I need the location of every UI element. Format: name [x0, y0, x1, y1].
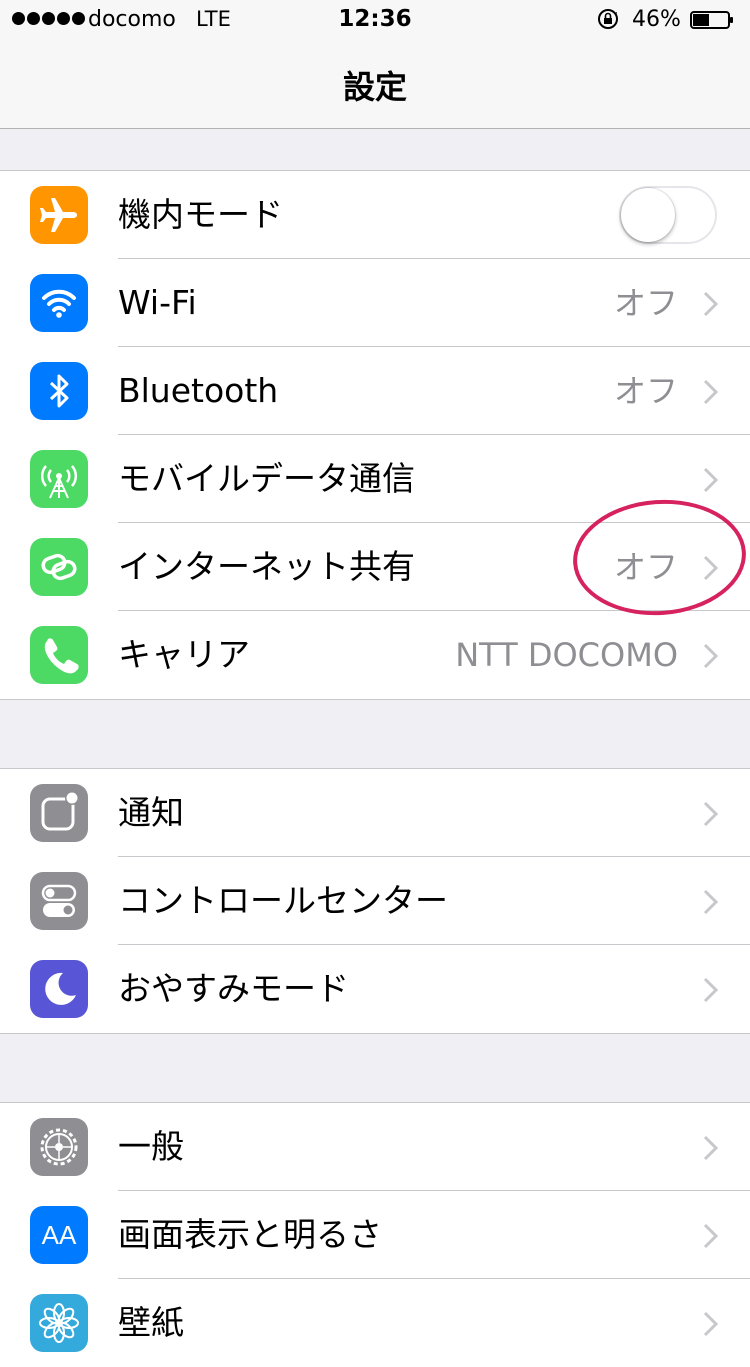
personal-hotspot-label: インターネット共有: [118, 547, 415, 586]
top-bar: docomo LTE 12:36 46% 設定: [0, 0, 750, 129]
connectivity-group: 機内モード Wi-Fi オフ Bluetooth オフ モバイルデータ通信 イン…: [0, 170, 750, 700]
control-center-label: コントロールセンター: [118, 881, 448, 920]
notifications-row[interactable]: 通知: [0, 769, 750, 857]
chevron-right-icon: [703, 467, 719, 493]
moon-icon: [30, 960, 88, 1018]
wallpaper-label: 壁紙: [118, 1303, 184, 1342]
chevron-right-icon: [703, 379, 719, 405]
airplane-mode-label: 機内モード: [118, 195, 283, 234]
display-brightness-row[interactable]: AA 画面表示と明るさ: [0, 1191, 750, 1279]
bluetooth-value: オフ: [613, 372, 678, 410]
carrier-label: キャリア: [118, 635, 250, 674]
airplane-icon: [30, 186, 88, 244]
chevron-right-icon: [703, 889, 719, 915]
antenna-icon: [30, 450, 88, 508]
bluetooth-row[interactable]: Bluetooth オフ: [0, 347, 750, 435]
svg-text:AA: AA: [42, 1220, 77, 1250]
status-bar: docomo LTE 12:36 46%: [0, 0, 750, 40]
chevron-right-icon: [703, 1223, 719, 1249]
display-brightness-label: 画面表示と明るさ: [118, 1215, 382, 1254]
cellular-data-label: モバイルデータ通信: [118, 459, 415, 498]
general-label: 一般: [118, 1127, 184, 1166]
wifi-value: オフ: [613, 284, 678, 322]
general-group: 一般 AA 画面表示と明るさ 壁紙: [0, 1102, 750, 1367]
wifi-label: Wi-Fi: [118, 283, 197, 322]
chevron-right-icon: [703, 643, 719, 669]
page-title: 設定: [342, 68, 407, 106]
phone-icon: [30, 626, 88, 684]
battery-icon: [690, 11, 733, 29]
wallpaper-row[interactable]: 壁紙: [0, 1279, 750, 1367]
do-not-disturb-label: おやすみモード: [118, 969, 349, 1008]
toggles-icon: [30, 872, 88, 930]
rotation-lock-icon: [598, 9, 618, 29]
chain-link-icon: [30, 538, 88, 596]
notification-icon: [30, 784, 88, 842]
control-center-row[interactable]: コントロールセンター: [0, 857, 750, 945]
chevron-right-icon: [703, 291, 719, 317]
airplane-mode-row: 機内モード: [0, 171, 750, 259]
chevron-right-icon: [703, 977, 719, 1003]
text-size-icon: AA: [30, 1206, 88, 1264]
chevron-right-icon: [703, 801, 719, 827]
carrier-value: NTT DOCOMO: [455, 636, 678, 674]
airplane-mode-toggle[interactable]: [619, 186, 717, 244]
chevron-right-icon: [703, 1135, 719, 1161]
bluetooth-icon: [30, 362, 88, 420]
flower-icon: [30, 1294, 88, 1352]
bluetooth-label: Bluetooth: [118, 371, 279, 410]
toggle-knob: [621, 188, 675, 242]
wifi-icon: [30, 274, 88, 332]
gear-icon: [30, 1118, 88, 1176]
general-row[interactable]: 一般: [0, 1103, 750, 1191]
wifi-row[interactable]: Wi-Fi オフ: [0, 259, 750, 347]
notifications-label: 通知: [118, 793, 184, 832]
notifications-group: 通知 コントロールセンター おやすみモード: [0, 768, 750, 1034]
do-not-disturb-row[interactable]: おやすみモード: [0, 945, 750, 1033]
carrier-row[interactable]: キャリア NTT DOCOMO: [0, 611, 750, 699]
battery-percent: 46%: [632, 7, 681, 32]
